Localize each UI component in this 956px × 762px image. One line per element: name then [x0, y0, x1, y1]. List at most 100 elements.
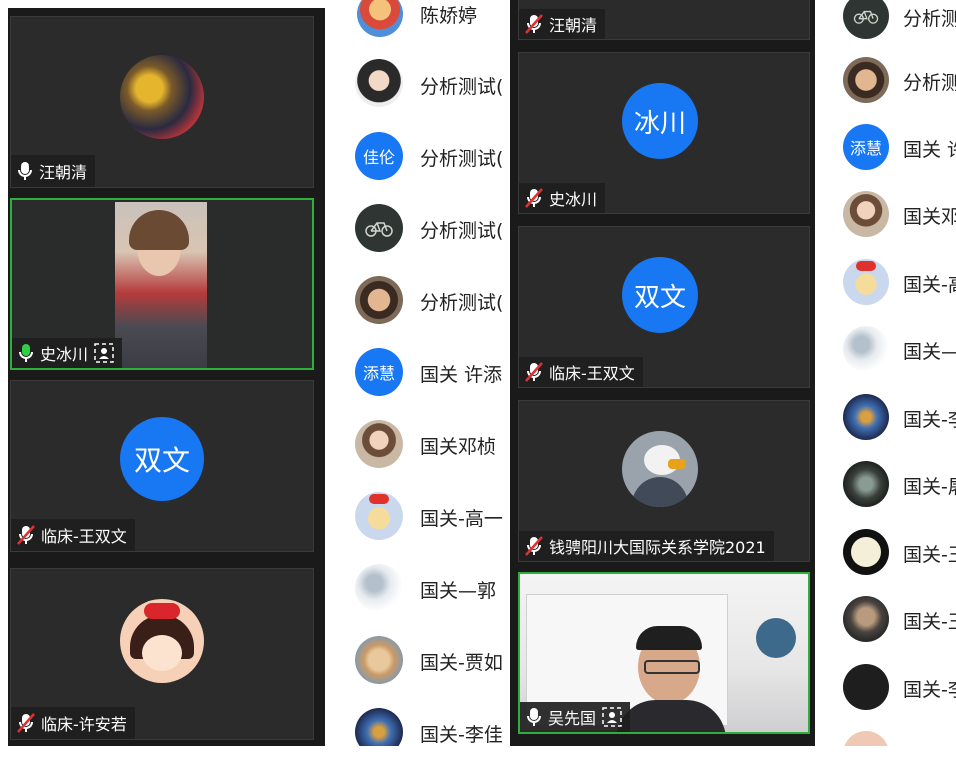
participant-name: 国关邓桢: [420, 436, 497, 458]
participant-list-item[interactable]: 陈娇婷: [325, 0, 510, 45]
participant-name: 史冰川: [549, 190, 598, 209]
participant-name: 临床-许安若: [41, 715, 127, 734]
participant-avatar: [622, 431, 698, 507]
microphone-active-icon: [18, 343, 34, 363]
wall-decor-shape: [756, 618, 796, 658]
participant-list-item[interactable]: 国关-高一: [325, 487, 510, 547]
participant-name: 国关—: [903, 341, 956, 363]
participant-name: 国关-高一: [420, 508, 503, 530]
video-grid-panel-2: 汪朝清 冰川 史冰川 双文 临床-王双文 钱骋阳川大国际关系学院2021 吴先国: [510, 0, 815, 746]
participant-list-item[interactable]: 国关-贾如: [325, 631, 510, 691]
participant-list-item[interactable]: 国关-王: [815, 591, 956, 651]
participant-name: 国关-屠: [903, 476, 956, 498]
bird-beak-shape: [668, 459, 686, 469]
microphone-icon: [17, 161, 33, 181]
avatar: [355, 492, 403, 540]
participant-tile[interactable]: 钱骋阳川大国际关系学院2021: [518, 400, 810, 562]
participant-list-item[interactable]: 国关-高: [815, 254, 956, 314]
participant-name: 国关-贾如: [420, 652, 503, 674]
participant-name-bar: 汪朝清: [519, 9, 606, 39]
bicycle-icon: [853, 8, 879, 24]
participant-list-item[interactable]: 国关邓桢: [325, 415, 510, 475]
participant-name-bar: 临床-王双文: [519, 357, 643, 387]
avatar: [355, 59, 403, 107]
initials-avatar: 佳伦: [355, 132, 403, 180]
avatar: [843, 596, 889, 642]
initials-avatar: 添慧: [355, 348, 403, 396]
avatar: [843, 529, 889, 575]
participant-list-item[interactable]: 添慧 国关 许添: [325, 343, 510, 403]
participant-name: 国关-王: [903, 544, 956, 566]
participant-list-item[interactable]: 佳伦 分析测试(: [325, 127, 510, 187]
participant-tile-active[interactable]: 史冰川: [10, 198, 314, 370]
bow-shape: [369, 494, 389, 504]
participant-tile[interactable]: 临床-许安若: [10, 568, 314, 740]
avatar: [357, 0, 403, 37]
participant-name: 分析测试(: [420, 220, 504, 242]
participant-name: 钱骋阳川大国际关系学院2021: [549, 538, 766, 557]
participant-list-item[interactable]: 国关—: [815, 321, 956, 381]
participant-list-item[interactable]: 国关-屠: [815, 456, 956, 516]
participant-list-item[interactable]: 国关—郭: [325, 559, 510, 619]
person-hair-shape: [636, 626, 702, 650]
participant-list-item[interactable]: 国关邓: [815, 186, 956, 246]
initials-avatar: 冰川: [622, 83, 698, 159]
participant-name: 国关邓: [903, 206, 956, 228]
participant-list-item[interactable]: 添慧 国关 许: [815, 119, 956, 179]
avatar: [843, 57, 889, 103]
participant-list-item[interactable]: 国关-李: [815, 659, 956, 719]
emblem-shape: [851, 537, 881, 567]
avatar: [843, 461, 889, 507]
bow-shape: [856, 261, 876, 271]
participant-tile[interactable]: 汪朝清: [518, 0, 810, 40]
participant-name: 临床-王双文: [41, 527, 127, 546]
participant-name-bar: 史冰川: [12, 338, 123, 368]
participant-list-item[interactable]: 国关-李佳: [325, 703, 510, 746]
hair-shape: [129, 210, 189, 250]
avatar: [843, 664, 889, 710]
participant-tile-active[interactable]: 吴先国: [518, 572, 810, 734]
microphone-muted-icon: [17, 525, 35, 545]
participant-name: 国关 许: [903, 139, 956, 161]
video-grid-panel-1: 汪朝清 史冰川 双文 临床-王双文 临床-许安若: [8, 8, 325, 746]
participant-name: 分析测: [903, 8, 956, 30]
avatar: [355, 564, 403, 612]
participant-name-bar: 临床-许安若: [11, 707, 135, 739]
participant-video: [115, 202, 207, 368]
participant-name: 陈娇婷: [420, 5, 478, 27]
participant-name: 国关-高: [903, 274, 956, 296]
avatar: [355, 420, 403, 468]
participant-list-item[interactable]: 分析测试(: [325, 271, 510, 331]
avatar: [843, 394, 889, 440]
participant-name: 史冰川: [40, 345, 89, 364]
participant-name-bar: 汪朝清: [11, 155, 96, 187]
participant-name: 分析测试(: [420, 148, 504, 170]
participant-list-item[interactable]: 国关-李: [815, 389, 956, 449]
microphone-muted-icon: [525, 14, 543, 34]
participant-name: 国关-王: [903, 611, 956, 633]
participant-name: 国关 许添: [420, 364, 503, 386]
participant-name: 吴先国: [548, 709, 597, 728]
participant-list-item[interactable]: 分析测试(: [325, 55, 510, 115]
participant-name-bar: 史冰川: [519, 183, 606, 213]
participant-name: 汪朝清: [549, 16, 598, 35]
initials-avatar: 双文: [120, 417, 204, 501]
participant-name: 分析测: [903, 72, 956, 94]
participant-tile[interactable]: 双文 临床-王双文: [518, 226, 810, 388]
participant-tile[interactable]: 冰川 史冰川: [518, 52, 810, 214]
glasses-shape: [644, 660, 700, 674]
microphone-icon: [526, 707, 542, 727]
bicycle-icon: [365, 219, 393, 237]
participant-name-bar: 吴先国: [520, 702, 631, 732]
participant-list-item[interactable]: 分析测: [815, 0, 956, 48]
participant-list-item[interactable]: 国关-王: [815, 524, 956, 584]
participant-tile[interactable]: 双文 临床-王双文: [10, 380, 314, 552]
participant-avatar: [120, 55, 204, 139]
participant-list-item[interactable]: 分析测试(: [325, 199, 510, 259]
participant-list-item[interactable]: 分析测: [815, 52, 956, 112]
participant-name: 分析测试(: [420, 292, 504, 314]
avatar: [355, 276, 403, 324]
participant-list-item[interactable]: [815, 726, 956, 746]
participant-tile[interactable]: 汪朝清: [10, 16, 314, 188]
participant-list-panel-2: 分析测 分析测 添慧 国关 许 国关邓 国关-高 国关— 国关-李 国关-屠 国…: [815, 0, 956, 746]
